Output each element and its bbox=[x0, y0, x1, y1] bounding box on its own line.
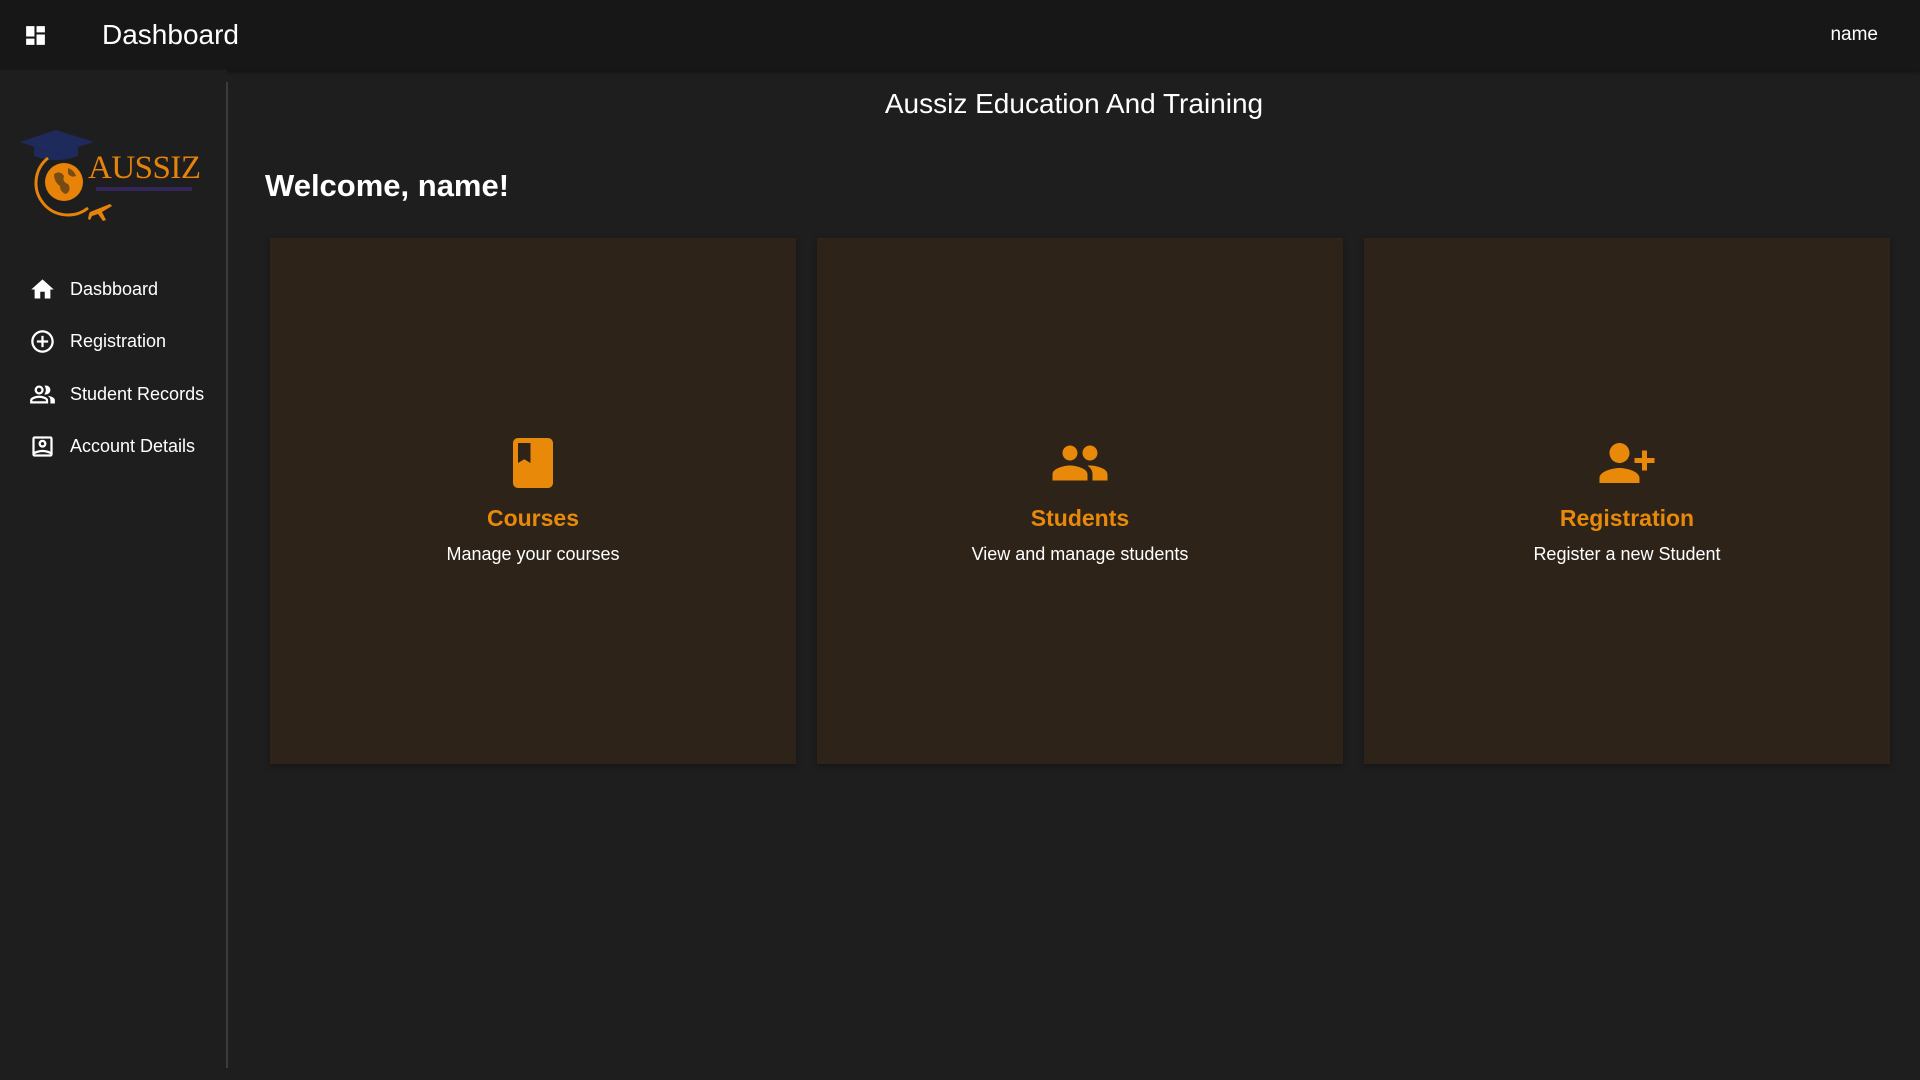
app-bar: Dashboard name bbox=[0, 0, 1920, 70]
sidebar-nav: Dasbboard Registration Student Records A… bbox=[0, 263, 226, 473]
sidebar-item-label: Registration bbox=[70, 331, 167, 352]
person-add-icon bbox=[1599, 443, 1655, 483]
sidebar-item-registration[interactable]: Registration bbox=[0, 316, 226, 369]
courses-card[interactable]: Courses Manage your courses bbox=[270, 238, 796, 764]
sidebar-divider bbox=[226, 82, 228, 1068]
card-description: View and manage students bbox=[971, 544, 1189, 564]
home-icon bbox=[31, 279, 54, 299]
card-description: Manage your courses bbox=[446, 544, 620, 564]
sidebar-item-label: Account Details bbox=[70, 436, 196, 457]
user-menu[interactable]: name bbox=[1830, 22, 1878, 48]
sidebar-item-label: Dasbboard bbox=[70, 278, 159, 299]
dashboard-grid-icon[interactable] bbox=[23, 23, 48, 48]
registration-card[interactable]: Registration Register a new Student bbox=[1364, 238, 1890, 764]
card-title: Students bbox=[1030, 505, 1130, 531]
people-icon bbox=[1052, 445, 1108, 481]
card-title: Courses bbox=[486, 505, 580, 531]
page-title: Dashboard bbox=[102, 19, 239, 50]
students-card[interactable]: Students View and manage students bbox=[817, 238, 1343, 764]
add-circle-icon bbox=[31, 330, 54, 353]
logo-tagline bbox=[96, 187, 192, 191]
account-box-icon bbox=[32, 436, 53, 457]
card-title: Registration bbox=[1559, 505, 1695, 531]
organization-title: Aussiz Education And Training bbox=[884, 88, 1264, 119]
welcome-heading: Welcome, name! bbox=[265, 168, 510, 203]
sidebar-item-student-records[interactable]: Student Records bbox=[0, 368, 226, 421]
card-description: Register a new Student bbox=[1533, 544, 1721, 564]
logo-text: AUSSIZ bbox=[88, 150, 201, 186]
book-icon bbox=[513, 438, 553, 488]
sidebar-item-dashboard[interactable]: Dasbboard bbox=[0, 263, 226, 316]
sidebar-item-label: Student Records bbox=[70, 383, 205, 404]
people-icon bbox=[30, 385, 55, 404]
sidebar-item-account-details[interactable]: Account Details bbox=[0, 421, 226, 474]
